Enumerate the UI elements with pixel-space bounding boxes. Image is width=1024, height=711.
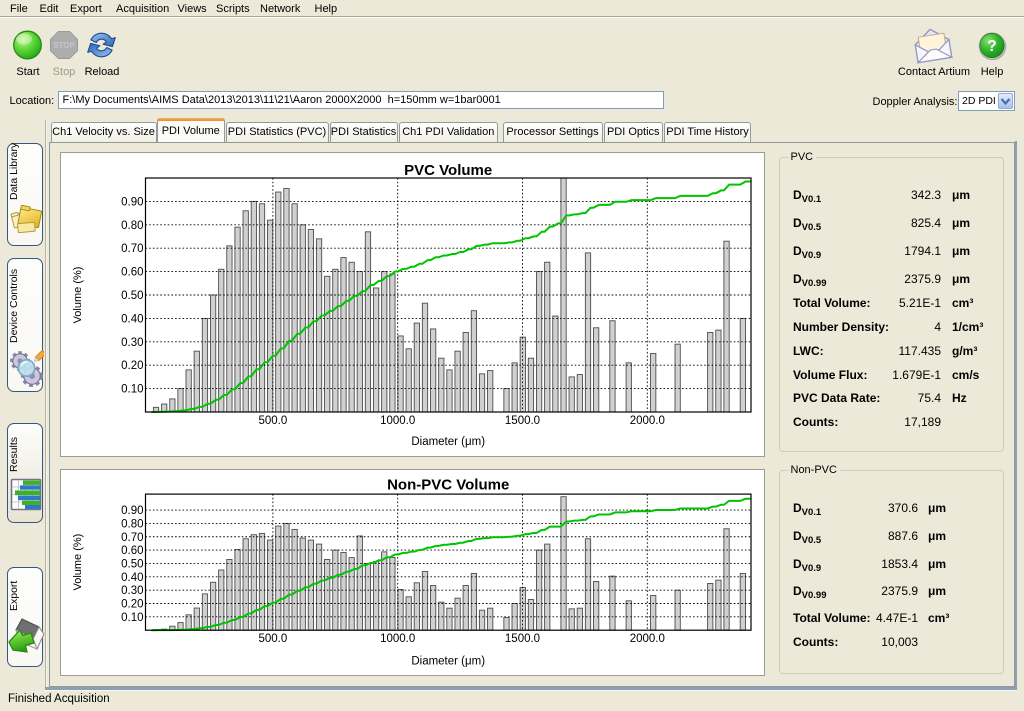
svg-text:0.50: 0.50 bbox=[121, 290, 143, 302]
svg-text:1000.0: 1000.0 bbox=[380, 415, 415, 427]
svg-text:0.40: 0.40 bbox=[121, 571, 143, 583]
svg-text:2000.0: 2000.0 bbox=[630, 633, 665, 645]
svg-text:0.20: 0.20 bbox=[121, 598, 143, 610]
svg-text:Non-PVC Volume: Non-PVC Volume bbox=[387, 476, 509, 493]
svg-text:0.90: 0.90 bbox=[121, 505, 143, 517]
svg-text:Diameter (μm): Diameter (μm) bbox=[411, 655, 485, 667]
svg-text:1000.0: 1000.0 bbox=[380, 633, 415, 645]
svg-text:0.90: 0.90 bbox=[121, 196, 143, 208]
svg-text:0.30: 0.30 bbox=[121, 337, 143, 349]
svg-text:?: ? bbox=[987, 38, 996, 55]
svg-text:0.20: 0.20 bbox=[121, 360, 143, 372]
svg-text:0.30: 0.30 bbox=[121, 585, 143, 597]
svg-text:500.0: 500.0 bbox=[259, 415, 288, 427]
svg-text:1500.0: 1500.0 bbox=[505, 415, 540, 427]
svg-text:0.10: 0.10 bbox=[121, 611, 143, 623]
svg-text:STOP: STOP bbox=[53, 41, 75, 50]
svg-text:0.80: 0.80 bbox=[121, 220, 143, 232]
svg-text:0.70: 0.70 bbox=[121, 531, 143, 543]
svg-text:0.80: 0.80 bbox=[121, 518, 143, 530]
svg-text:0.60: 0.60 bbox=[121, 267, 143, 279]
svg-text:0.10: 0.10 bbox=[121, 384, 143, 396]
svg-text:0.70: 0.70 bbox=[121, 243, 143, 255]
svg-text:0.50: 0.50 bbox=[121, 558, 143, 570]
svg-text:Volume (%): Volume (%) bbox=[72, 533, 84, 590]
svg-text:500.0: 500.0 bbox=[259, 633, 288, 645]
svg-text:PVC Volume: PVC Volume bbox=[404, 162, 492, 179]
svg-text:Volume (%): Volume (%) bbox=[72, 267, 84, 324]
svg-text:1500.0: 1500.0 bbox=[505, 633, 540, 645]
svg-text:0.60: 0.60 bbox=[121, 545, 143, 557]
svg-text:2000.0: 2000.0 bbox=[630, 415, 665, 427]
svg-text:Diameter (μm): Diameter (μm) bbox=[411, 436, 485, 448]
svg-text:0.40: 0.40 bbox=[121, 313, 143, 325]
